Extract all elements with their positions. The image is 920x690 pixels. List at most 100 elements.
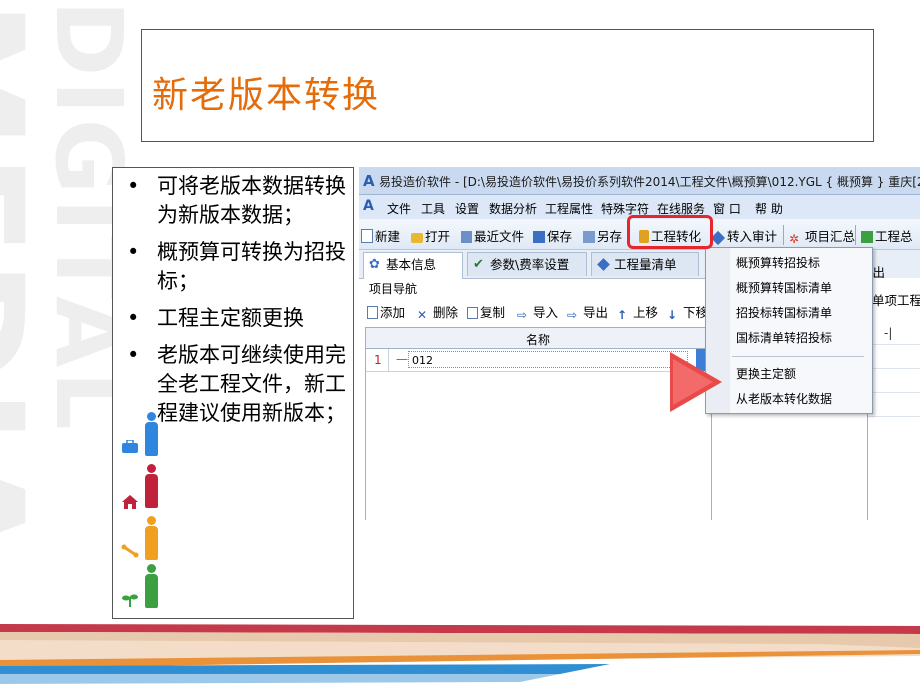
add-label: 添加 <box>380 305 406 320</box>
convert-highlight-box <box>627 215 713 249</box>
person-figure-icon <box>143 564 159 608</box>
menu-separator <box>732 356 864 357</box>
person-figure-icon <box>143 464 159 508</box>
menu-tools[interactable]: 工具 <box>421 200 445 217</box>
delete-label: 删除 <box>433 305 459 320</box>
save-as-icon <box>583 231 595 243</box>
divider <box>868 344 920 345</box>
bullet-mark: • <box>127 174 140 198</box>
slide-title-box: 新老版本转换 <box>141 29 874 142</box>
collapse-marker[interactable]: -| <box>884 326 892 340</box>
copy-button[interactable]: 复制 <box>467 302 505 320</box>
import-audit-label: 转入审计 <box>727 229 778 244</box>
export-button[interactable]: ⇨ 导出 <box>567 302 608 322</box>
move-down-button[interactable]: ↓ 下移 <box>667 302 708 322</box>
tab-basic-info-label: 基本信息 <box>386 257 437 272</box>
recent-label: 最近文件 <box>474 229 525 244</box>
open-label: 打开 <box>425 229 451 244</box>
menu-item-bidding-to-national-list[interactable]: 招投标转国标清单 <box>736 304 832 321</box>
new-label: 新建 <box>375 229 401 244</box>
new-button[interactable]: 新建 <box>361 226 400 244</box>
move-up-button[interactable]: ↑ 上移 <box>617 302 658 322</box>
tab-bill-of-quantities[interactable]: 工程量清单 <box>591 252 699 276</box>
menu-item-convert-old-version[interactable]: 从老版本转化数据 <box>736 390 832 407</box>
delete-button[interactable]: ✕ 删除 <box>417 302 459 322</box>
project-grid: 名称 1 — 012 <box>365 327 712 520</box>
column-header-name[interactable]: 名称 <box>526 331 550 348</box>
new-file-icon <box>361 229 373 243</box>
nav-toolbar: 添加 ✕ 删除 复制 ⇨ 导入 ⇨ 导出 ↑ 上移 ↓ 下移 <box>359 298 709 324</box>
save-as-button[interactable]: 另存 <box>583 226 622 244</box>
menu-settings[interactable]: 设置 <box>455 200 479 217</box>
row-number: 1 <box>374 353 382 367</box>
bullet-list: • 可将老版本数据转换为新版本数据； • 概预算可转换为招投标； • 工程主定额更换 … <box>121 172 349 436</box>
project-nav-label: 项目导航 <box>369 282 418 296</box>
open-button[interactable]: 打开 <box>411 226 450 244</box>
project-summary-button[interactable]: ✲ 项目汇总 <box>789 226 856 246</box>
arrow-down-icon: ↓ <box>667 308 678 322</box>
import-label: 导入 <box>533 305 559 320</box>
bullet-text: 工程主定额更换 <box>157 306 304 330</box>
copy-icon <box>467 307 478 319</box>
slide-title: 新老版本转换 <box>152 75 381 116</box>
project-total-button[interactable]: 工程总 <box>861 226 913 244</box>
recent-files-icon <box>461 231 472 243</box>
add-button[interactable]: 添加 <box>367 302 405 320</box>
watermark-line2: MEDIA <box>0 0 54 569</box>
divider <box>868 368 920 369</box>
summary-icon: ✲ <box>789 232 800 246</box>
bullet-text: 概预算可转换为招投标； <box>157 240 346 293</box>
tab-bill-label: 工程量清单 <box>614 257 677 272</box>
person-figure-icon <box>143 516 159 560</box>
bullet-item: • 工程主定额更换 <box>121 304 349 333</box>
name-cell[interactable]: 012 <box>408 351 688 368</box>
menu-item-change-main-quota[interactable]: 更换主定额 <box>736 365 796 382</box>
grid-header: 名称 <box>366 328 711 349</box>
checklist-icon: ✔ <box>473 257 484 272</box>
menu-window[interactable]: 窗 口 <box>713 200 741 217</box>
export-icon: ⇨ <box>567 308 578 322</box>
bullet-item: • 概预算可转换为招投标； <box>121 238 349 296</box>
app-menu-icon[interactable]: A <box>363 198 374 214</box>
house-icon <box>861 231 873 243</box>
tab-parameters[interactable]: ✔ 参数\费率设置 <box>467 252 587 276</box>
menu-item-budget-to-national-list[interactable]: 概预算转国标清单 <box>736 279 832 296</box>
diamond-icon <box>597 258 610 271</box>
toolbar-separator <box>783 225 784 245</box>
recent-files-button[interactable]: 最近文件 <box>461 226 524 244</box>
tab-basic-info[interactable]: ✿ 基本信息 <box>363 252 463 279</box>
menu-item-national-list-to-bidding[interactable]: 国标清单转招投标 <box>736 329 832 346</box>
save-button[interactable]: 保存 <box>533 226 572 244</box>
person-figure-icon <box>143 412 159 456</box>
menu-help[interactable]: 帮 助 <box>755 200 783 217</box>
gear-icon: ✿ <box>369 257 380 272</box>
bullet-text: 可将老版本数据转换为新版本数据； <box>157 174 346 227</box>
table-row[interactable]: 1 — 012 <box>366 349 711 372</box>
import-audit-button[interactable]: 转入审计 <box>710 226 778 246</box>
menu-item-budget-to-bidding[interactable]: 概预算转招投标 <box>736 254 820 271</box>
bullet-box: • 可将老版本数据转换为新版本数据； • 概预算可转换为招投标； • 工程主定额更换 … <box>112 167 354 619</box>
project-total-label: 工程总 <box>875 229 913 244</box>
single-project-panel: 单项工程 -| <box>867 278 920 520</box>
bullet-mark: • <box>127 343 140 367</box>
menu-project-properties[interactable]: 工程属性 <box>545 200 593 217</box>
tree-dash: — <box>396 352 408 366</box>
add-page-icon <box>367 306 378 319</box>
menu-data-analysis[interactable]: 数据分析 <box>489 200 537 217</box>
people-figures-illustration <box>121 412 161 612</box>
menu-file[interactable]: 文件 <box>387 200 411 217</box>
delete-x-icon: ✕ <box>417 308 428 322</box>
arrow-up-icon: ↑ <box>617 308 628 322</box>
import-icon: ⇨ <box>517 308 528 322</box>
diamond-icon <box>710 230 726 246</box>
bullet-item: • 可将老版本数据转换为新版本数据； <box>121 172 349 230</box>
convert-dropdown-menu: 概预算转招投标 概预算转国标清单 招投标转国标清单 国标清单转招投标 更换主定额… <box>705 247 873 414</box>
import-button[interactable]: ⇨ 导入 <box>517 302 559 322</box>
window-titlebar: A 易投造价软件 - [D:\易投造价软件\易投价系列软件2014\工程文件\概… <box>359 167 920 195</box>
house-icon <box>121 494 141 509</box>
copy-label: 复制 <box>480 305 506 320</box>
project-summary-label: 项目汇总 <box>805 229 856 244</box>
toolbar-separator <box>855 225 856 245</box>
app-screenshot: A 易投造价软件 - [D:\易投造价软件\易投价系列软件2014\工程文件\概… <box>359 167 920 520</box>
folder-open-icon <box>411 233 423 243</box>
